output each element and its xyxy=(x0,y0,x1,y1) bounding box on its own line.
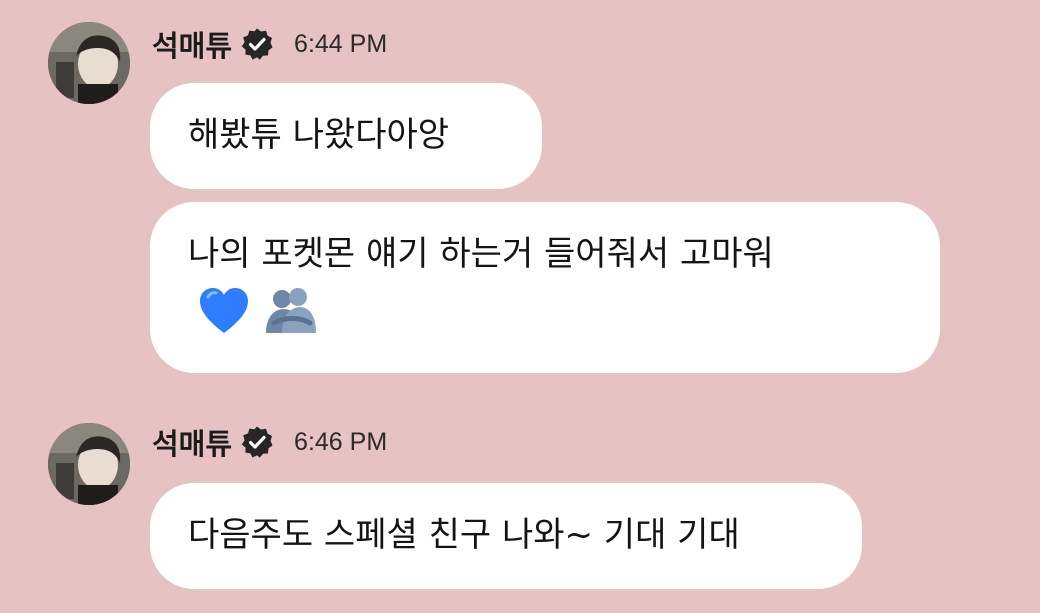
sender-name[interactable]: 석매튜 xyxy=(152,23,232,65)
hugging-people-icon xyxy=(260,287,318,335)
verified-badge-icon xyxy=(240,27,274,61)
message-bubble[interactable]: 나의 포켓몬 얘기 하는거 들어줘서 고마워 xyxy=(150,202,940,373)
message-text: 나의 포켓몬 얘기 하는거 들어줘서 고마워 xyxy=(188,234,774,274)
sender-avatar[interactable] xyxy=(48,22,130,104)
message-header: 석매튜 6:46 PM xyxy=(152,422,387,462)
message-text: 해봤튜 나왔다아앙 xyxy=(188,115,450,155)
blue-heart-icon xyxy=(198,287,250,335)
message-timestamp: 6:46 PM xyxy=(294,427,388,456)
message-timestamp: 6:44 PM xyxy=(294,29,388,58)
verified-badge-icon xyxy=(240,425,274,459)
message-bubble[interactable]: 다음주도 스페셜 친구 나와~ 기대 기대 xyxy=(150,483,862,589)
emoji-row xyxy=(188,287,902,335)
sender-avatar[interactable] xyxy=(48,423,130,505)
message-bubble[interactable]: 해봤튜 나왔다아앙 xyxy=(150,83,542,189)
sender-name[interactable]: 석매튜 xyxy=(152,421,232,463)
message-text: 다음주도 스페셜 친구 나와~ 기대 기대 xyxy=(188,515,740,555)
message-header: 석매튜 6:44 PM xyxy=(152,24,387,64)
